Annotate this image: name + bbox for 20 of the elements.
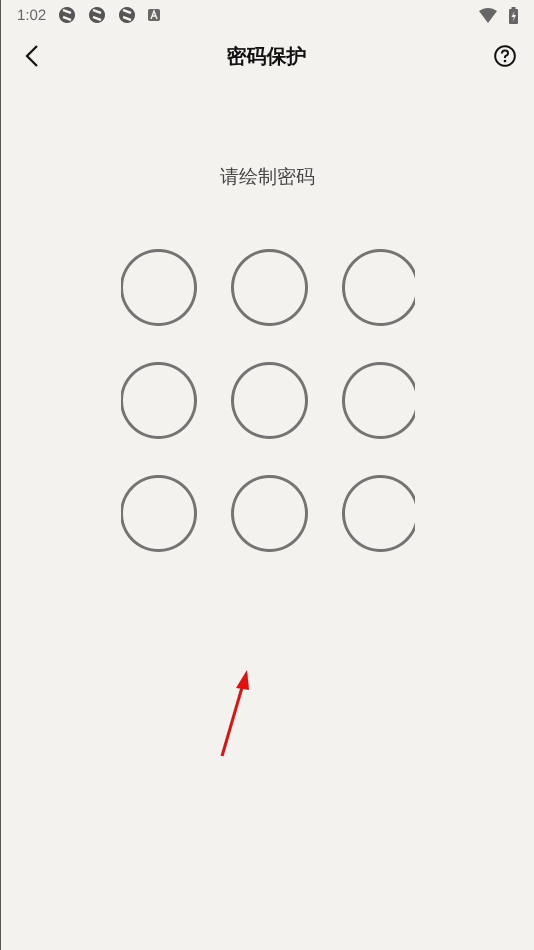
status-time: 1:02 xyxy=(17,6,46,24)
notification-icon xyxy=(88,6,106,24)
notification-icon xyxy=(58,6,76,24)
notification-icon xyxy=(118,6,136,24)
pattern-dot[interactable] xyxy=(230,475,308,552)
pattern-dot[interactable] xyxy=(342,249,414,326)
battery-icon xyxy=(509,6,518,24)
pattern-dot[interactable] xyxy=(120,249,196,326)
draw-pattern-prompt: 请绘制密码 xyxy=(219,165,316,190)
pattern-dot[interactable] xyxy=(120,475,196,552)
help-icon[interactable] xyxy=(494,45,516,67)
wifi-icon xyxy=(479,8,497,22)
pattern-dot[interactable] xyxy=(342,475,414,552)
notification-icon xyxy=(148,9,160,21)
pattern-dot[interactable] xyxy=(230,362,308,439)
pattern-dot[interactable] xyxy=(230,249,308,326)
back-icon[interactable] xyxy=(25,45,39,67)
pattern-dot[interactable] xyxy=(342,362,414,439)
page-title: 密码保护 xyxy=(226,42,308,70)
pattern-dot[interactable] xyxy=(120,362,196,439)
